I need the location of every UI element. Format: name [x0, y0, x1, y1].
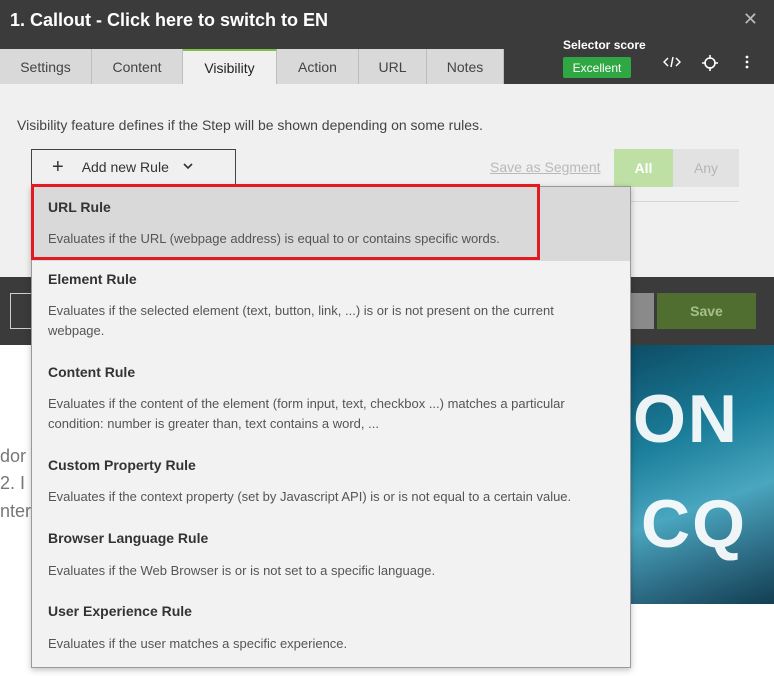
rule-option-user-experience[interactable]: User Experience Rule Evaluates if the us…: [32, 594, 630, 667]
add-rule-button[interactable]: + Add new Rule: [31, 149, 236, 185]
crosshair-icon[interactable]: [702, 55, 718, 74]
background-text-3: nter: [0, 501, 32, 521]
background-text-1: dor: [0, 446, 27, 466]
selector-score-badge: Excellent: [563, 57, 631, 78]
rule-option-custom-property[interactable]: Custom Property Rule Evaluates if the co…: [32, 448, 630, 521]
close-icon[interactable]: ✕: [743, 9, 758, 30]
tab-notes[interactable]: Notes: [427, 49, 504, 84]
rule-title: User Experience Rule: [48, 603, 192, 619]
rule-title: Content Rule: [48, 364, 136, 380]
tab-action[interactable]: Action: [277, 49, 359, 84]
add-rule-label: Add new Rule: [81, 159, 169, 175]
selector-score-label: Selector score: [563, 38, 646, 52]
background-hero-image: ON CQ: [631, 345, 774, 604]
rule-title: Browser Language Rule: [48, 530, 209, 546]
tab-visibility[interactable]: Visibility: [183, 49, 277, 84]
panel-title[interactable]: 1. Callout - Click here to switch to EN: [10, 10, 328, 31]
tab-url[interactable]: URL: [359, 49, 427, 84]
background-image-text-2: CQ: [641, 486, 747, 562]
tab-content[interactable]: Content: [92, 49, 183, 84]
panel-header: 1. Callout - Click here to switch to EN …: [0, 0, 774, 84]
rule-description: Evaluates if the URL (webpage address) i…: [48, 231, 500, 246]
rule-option-browser-language[interactable]: Browser Language Rule Evaluates if the W…: [32, 521, 630, 594]
rule-description: Evaluates if the context property (set b…: [48, 489, 572, 504]
rule-option-url[interactable]: URL Rule Evaluates if the URL (webpage a…: [32, 187, 630, 261]
footer-secondary-button[interactable]: [10, 293, 32, 329]
rule-description: Evaluates if the user matches a specific…: [48, 636, 348, 651]
rule-description: Evaluates if the selected element (text,…: [48, 303, 554, 338]
visibility-description: Visibility feature defines if the Step w…: [17, 117, 483, 133]
more-vertical-icon[interactable]: [744, 55, 750, 72]
rule-option-content[interactable]: Content Rule Evaluates if the content of…: [32, 355, 630, 448]
footer-preview-button[interactable]: [630, 293, 654, 329]
save-as-segment-link[interactable]: Save as Segment: [490, 159, 601, 175]
rule-title: URL Rule: [48, 199, 111, 215]
add-rule-dropdown: URL Rule Evaluates if the URL (webpage a…: [31, 186, 631, 668]
code-icon[interactable]: [662, 55, 682, 72]
background-text-2: 2. I: [0, 473, 26, 493]
background-image-text-1: ON: [633, 381, 739, 457]
match-all-toggle[interactable]: All: [614, 149, 673, 187]
tab-settings[interactable]: Settings: [0, 49, 92, 84]
plus-icon: +: [52, 155, 64, 178]
rule-description: Evaluates if the Web Browser is or is no…: [48, 563, 436, 578]
match-any-toggle[interactable]: Any: [673, 149, 739, 187]
tab-bar: Settings Content Visibility Action URL N…: [0, 49, 504, 84]
divider: [630, 201, 739, 202]
chevron-down-icon: [183, 161, 193, 173]
rule-title: Custom Property Rule: [48, 457, 196, 473]
save-button[interactable]: Save: [657, 293, 756, 329]
rule-option-element[interactable]: Element Rule Evaluates if the selected e…: [32, 261, 630, 355]
rule-title: Element Rule: [48, 271, 137, 287]
rule-description: Evaluates if the content of the element …: [48, 396, 565, 431]
